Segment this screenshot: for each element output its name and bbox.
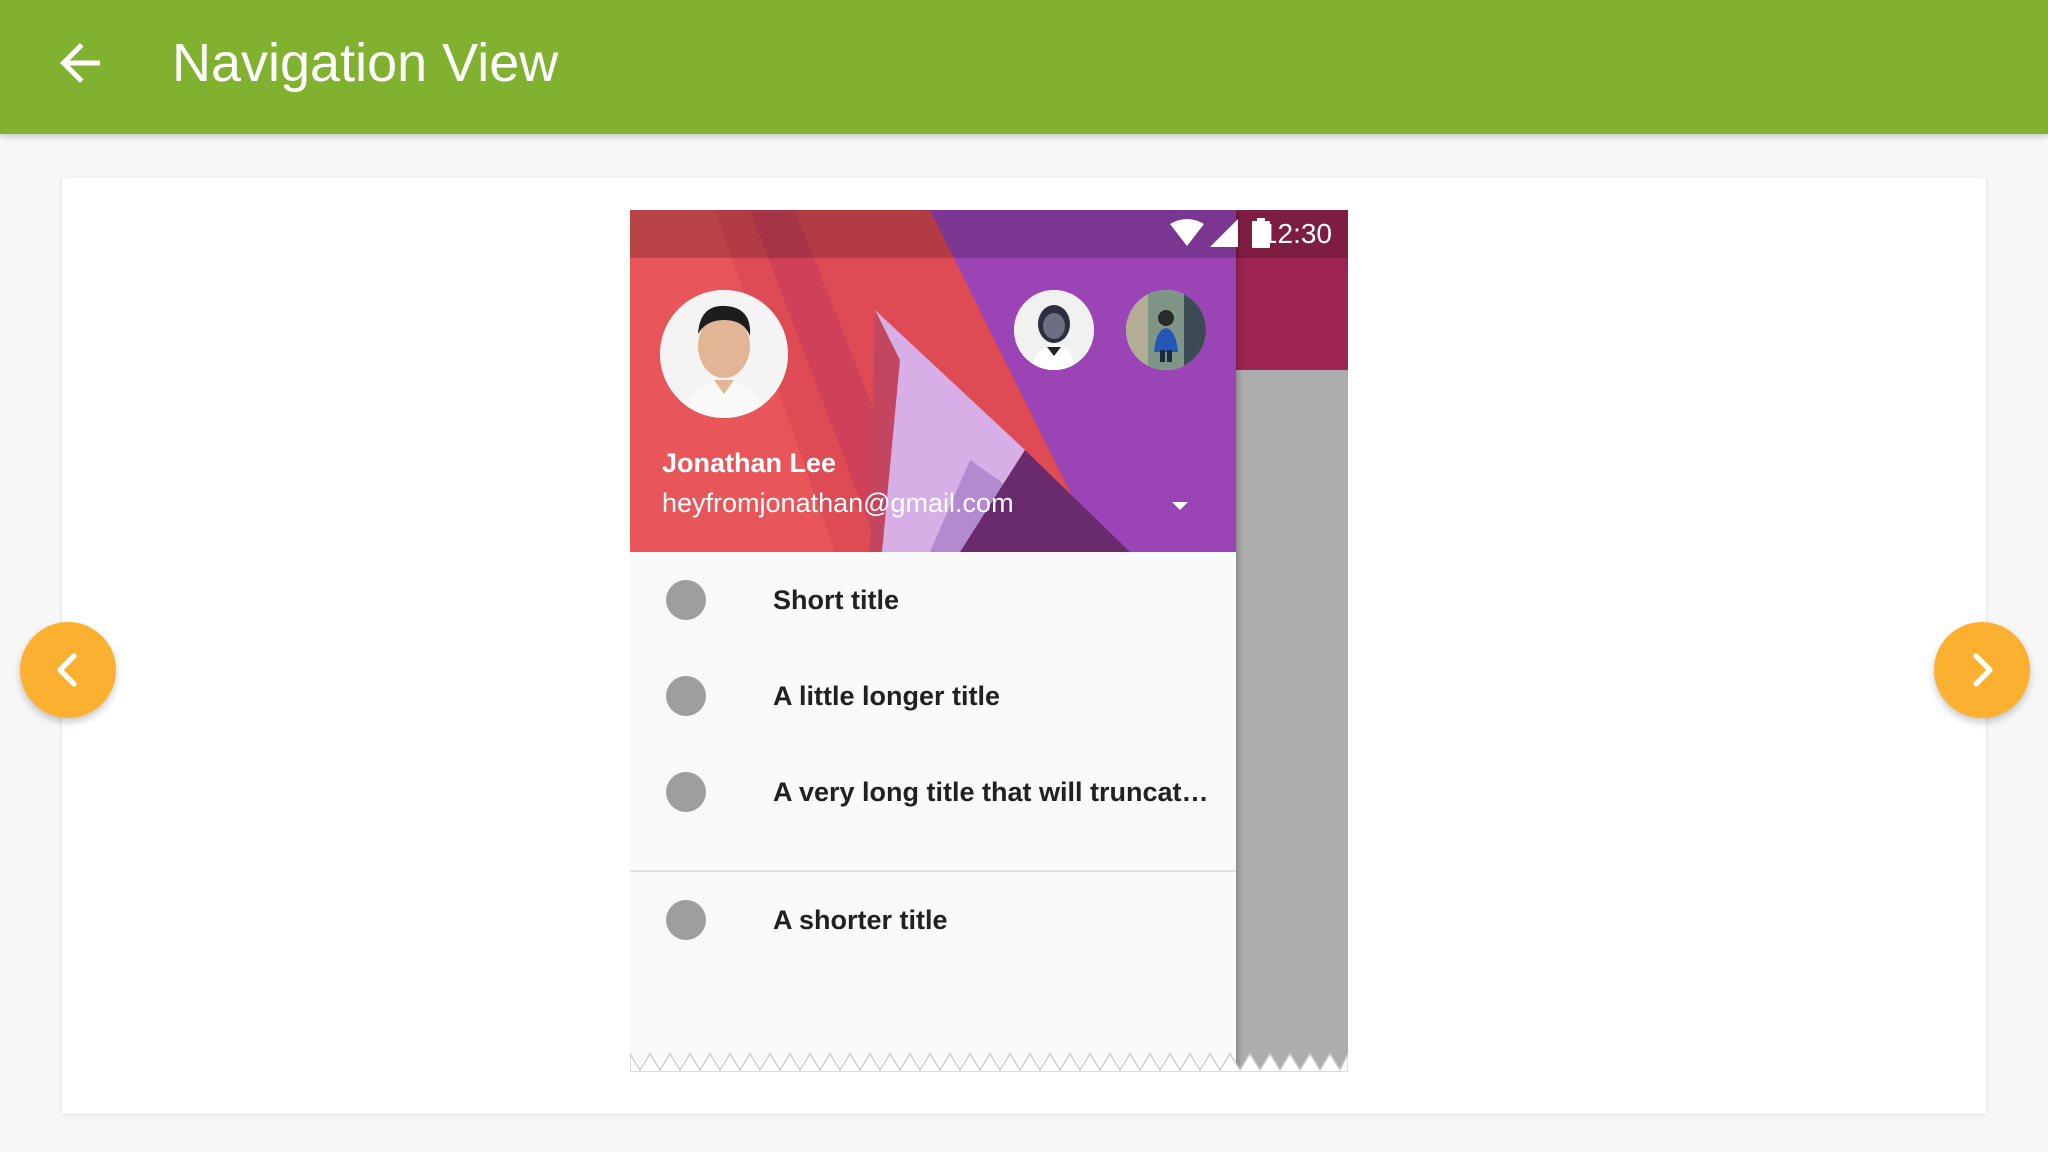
- nav-item-label: A very long title that will truncat…: [773, 777, 1209, 807]
- person-photo: [1126, 290, 1206, 370]
- chevron-right-icon: [1973, 653, 1993, 687]
- wifi-icon: [1170, 219, 1204, 246]
- circle-icon: [666, 772, 706, 812]
- nav-item-short-title[interactable]: Short title: [630, 552, 1236, 648]
- cell-signal-icon: [1210, 219, 1238, 247]
- nav-item-shorter-title[interactable]: A shorter title: [630, 872, 1236, 968]
- torn-paper-edge: [630, 1052, 1348, 1072]
- next-button[interactable]: [1934, 622, 2030, 718]
- nav-item-little-longer-title[interactable]: A little longer title: [630, 648, 1236, 744]
- nav-item-label: Short title: [773, 585, 899, 615]
- page-title: Navigation View: [172, 33, 559, 93]
- app-bar: Navigation View: [0, 0, 2048, 134]
- phone-mockup: 12:30 Jonathan Lee heyfromjonathan@gmail…: [630, 210, 1348, 1072]
- status-time: 12:30: [1261, 218, 1332, 249]
- circle-icon: [666, 580, 706, 620]
- nav-item-label: A shorter title: [773, 905, 948, 935]
- arrow-back-icon: [60, 43, 100, 83]
- arrow-drop-down-icon: [1172, 502, 1188, 510]
- account-name: Jonathan Lee: [662, 448, 837, 478]
- person-photo: [1014, 290, 1094, 370]
- drawer-header: Jonathan Lee heyfromjonathan@gmail.com: [630, 210, 1236, 552]
- navigation-drawer: Jonathan Lee heyfromjonathan@gmail.com S…: [630, 210, 1236, 1072]
- circle-icon: [666, 900, 706, 940]
- person-photo: [660, 290, 788, 418]
- back-button[interactable]: [44, 27, 116, 99]
- account-avatar[interactable]: [660, 290, 788, 418]
- previous-button[interactable]: [20, 622, 116, 718]
- account-dropdown-button[interactable]: [1166, 492, 1194, 520]
- tertiary-account-avatar[interactable]: [1126, 290, 1206, 370]
- secondary-account-avatar[interactable]: [1014, 290, 1094, 370]
- chevron-left-icon: [57, 653, 77, 687]
- circle-icon: [666, 676, 706, 716]
- account-email: heyfromjonathan@gmail.com: [662, 488, 1014, 518]
- status-bar: 12:30: [630, 210, 1348, 258]
- nav-item-very-long-title[interactable]: A very long title that will truncat…: [630, 744, 1236, 840]
- nav-item-label: A little longer title: [773, 681, 1001, 711]
